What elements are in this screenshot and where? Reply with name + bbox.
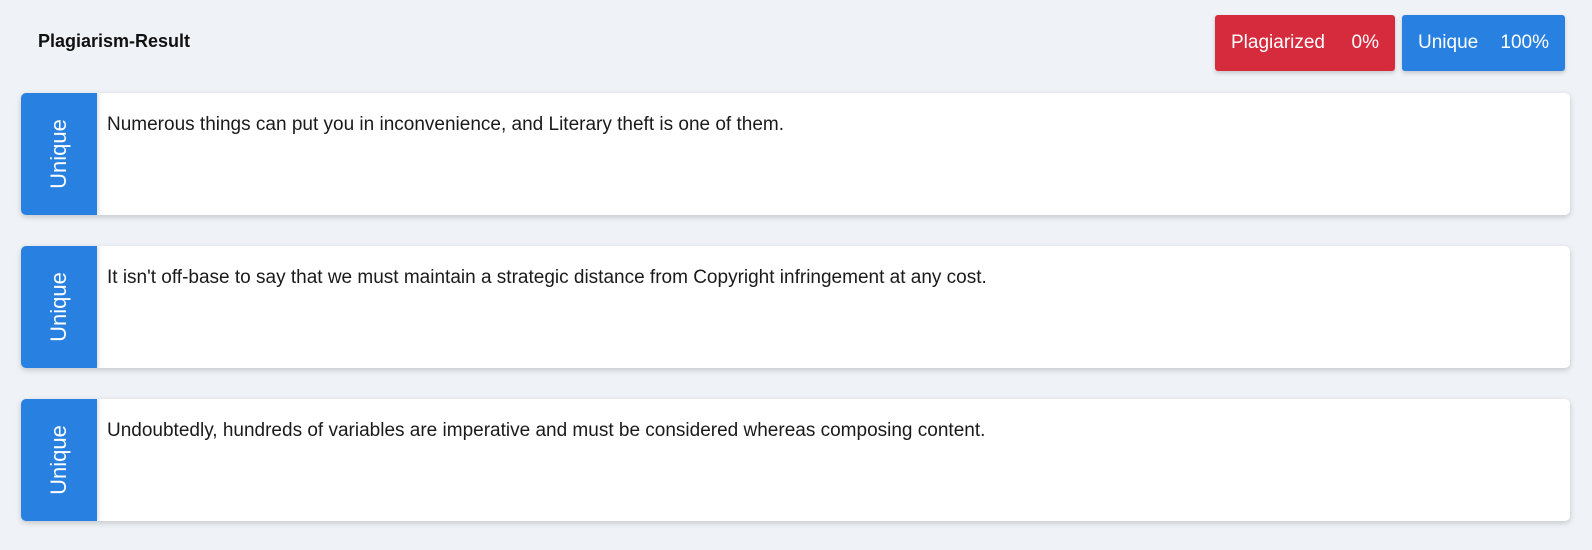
sentence-text: Undoubtedly, hundreds of variables are i… xyxy=(107,420,986,441)
status-tab: Unique xyxy=(21,246,97,368)
status-label: Unique xyxy=(46,119,71,189)
sentence-text: It isn't off-base to say that we must ma… xyxy=(107,267,987,288)
result-card: Unique It isn't off-base to say that we … xyxy=(21,246,1570,368)
unique-label: Unique xyxy=(1418,32,1479,53)
unique-badge[interactable]: Unique 100% xyxy=(1402,15,1565,71)
plagiarized-badge[interactable]: Plagiarized 0% xyxy=(1215,15,1395,71)
status-label: Unique xyxy=(46,272,71,342)
page-title: Plagiarism-Result xyxy=(38,31,191,51)
sentence-text: Numerous things can put you in inconveni… xyxy=(107,114,785,135)
result-card: Unique Numerous things can put you in in… xyxy=(21,93,1570,215)
status-label: Unique xyxy=(46,425,71,495)
plagiarized-label: Plagiarized xyxy=(1231,32,1325,53)
unique-percent: 100% xyxy=(1500,32,1549,53)
status-tab: Unique xyxy=(21,93,97,215)
status-tab: Unique xyxy=(21,399,97,521)
summary-badges: Plagiarized 0% Unique 100% xyxy=(1215,15,1565,71)
plagiarized-percent: 0% xyxy=(1351,32,1379,53)
result-card: Unique Undoubtedly, hundreds of variable… xyxy=(21,399,1570,521)
